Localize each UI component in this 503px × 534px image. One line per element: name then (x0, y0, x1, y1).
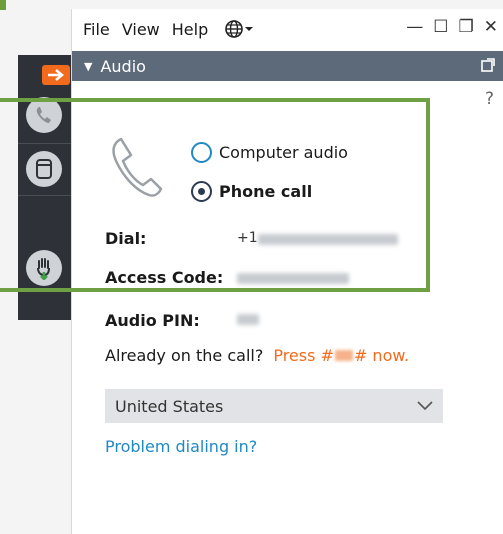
highlight-box (0, 98, 430, 292)
already-on-call-row: Already on the call? Press # # now. (105, 346, 409, 365)
minimize-icon[interactable]: — (406, 17, 423, 37)
close-icon[interactable]: ✕ (484, 17, 498, 37)
country-dropdown[interactable]: United States (105, 389, 443, 423)
menu-help[interactable]: Help (166, 20, 214, 39)
arrow-right-icon (48, 69, 64, 81)
help-icon[interactable]: ? (485, 89, 494, 109)
restore-icon[interactable]: ❐ (459, 17, 474, 37)
exit-arrow-button[interactable] (42, 65, 70, 85)
globe-icon (225, 20, 244, 38)
menu-file[interactable]: File (72, 20, 116, 39)
country-value: United States (115, 396, 224, 416)
caret-down-icon (245, 27, 254, 31)
attendee-id-redacted (334, 350, 353, 361)
audio-pin-redacted (237, 314, 259, 325)
language-menu[interactable] (224, 19, 254, 39)
audio-panel-header[interactable]: ▼ Audio (72, 51, 503, 81)
problem-dialing-link[interactable]: Problem dialing in? (105, 437, 257, 456)
collapse-triangle-icon[interactable]: ▼ (84, 60, 92, 73)
menu-view[interactable]: View (116, 20, 166, 39)
chevron-down-icon (417, 401, 433, 411)
panel-title: Audio (100, 56, 146, 76)
press-instruction: Press # # now. (273, 346, 410, 365)
popout-icon[interactable] (480, 57, 496, 73)
window-controls: — ☐ ❐ ✕ (406, 17, 498, 37)
already-on-call-text: Already on the call? (105, 346, 264, 365)
audio-pin-label: Audio PIN: (105, 311, 200, 330)
highlight-corner-fragment (0, 0, 6, 10)
maximize-icon[interactable]: ☐ (433, 17, 448, 37)
